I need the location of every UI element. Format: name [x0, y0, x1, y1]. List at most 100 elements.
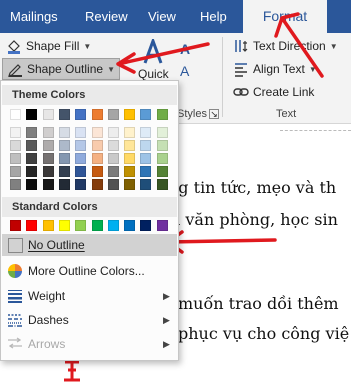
color-swatch[interactable] — [124, 127, 136, 138]
color-swatch[interactable] — [10, 153, 21, 164]
color-swatch[interactable] — [156, 127, 168, 138]
color-swatch[interactable] — [107, 166, 119, 177]
color-swatch[interactable] — [58, 166, 70, 177]
color-swatch[interactable] — [140, 153, 152, 164]
color-swatch[interactable] — [42, 140, 54, 151]
color-swatch[interactable] — [107, 179, 119, 190]
color-swatch[interactable] — [107, 127, 119, 138]
color-swatch[interactable] — [58, 140, 70, 151]
standard-colors-header: Standard Colors — [2, 197, 177, 217]
tab-review[interactable]: Review — [75, 0, 138, 33]
color-swatch[interactable] — [91, 109, 103, 120]
document-line: ng tin tức, mẹo và th — [168, 178, 337, 197]
document-line: n văn phòng, học sin — [170, 210, 338, 229]
color-swatch[interactable] — [75, 166, 87, 177]
shape-outline-label: Shape Outline — [27, 62, 104, 76]
color-swatch[interactable] — [26, 127, 38, 138]
color-swatch[interactable] — [58, 179, 70, 190]
color-swatch[interactable] — [42, 220, 54, 231]
color-swatch[interactable] — [26, 220, 38, 231]
color-swatch[interactable] — [124, 220, 136, 231]
theme-colors-header: Theme Colors — [2, 85, 177, 105]
weight-item[interactable]: Weight ▶ — [2, 285, 177, 307]
color-swatch[interactable] — [91, 220, 103, 231]
create-link-button[interactable]: Create Link — [233, 84, 314, 100]
styles-group-label: Styles — [177, 108, 207, 120]
color-swatch[interactable] — [140, 220, 152, 231]
color-swatch[interactable] — [156, 179, 168, 190]
no-color-icon — [7, 237, 23, 253]
shape-fill-button[interactable]: Shape Fill ▼ — [6, 38, 91, 54]
color-swatch[interactable] — [58, 127, 70, 138]
dashes-item[interactable]: Dashes ▶ — [2, 309, 177, 331]
annotation-arrow-icon — [274, 12, 324, 78]
color-wheel-icon — [8, 264, 22, 278]
color-swatch[interactable] — [91, 127, 103, 138]
arrows-item: Arrows ▶ — [2, 333, 177, 355]
color-swatch[interactable] — [140, 179, 152, 190]
more-outline-colors-item[interactable]: More Outline Colors... — [2, 260, 177, 282]
color-swatch[interactable] — [42, 179, 54, 190]
color-swatch[interactable] — [42, 166, 54, 177]
more-outline-colors-label: More Outline Colors... — [28, 264, 145, 278]
create-link-label: Create Link — [253, 85, 315, 99]
chevron-right-icon: ▶ — [163, 290, 170, 301]
color-swatch[interactable] — [140, 127, 152, 138]
tab-help[interactable]: Help — [190, 0, 237, 33]
dashes-label: Dashes — [28, 313, 69, 327]
color-swatch[interactable] — [156, 140, 168, 151]
color-swatch[interactable] — [42, 109, 54, 120]
color-swatch[interactable] — [10, 166, 21, 177]
color-swatch[interactable] — [75, 220, 87, 231]
color-swatch[interactable] — [75, 179, 87, 190]
dialog-launcher-icon[interactable]: ↘ — [209, 109, 219, 119]
color-swatch[interactable] — [156, 153, 168, 164]
shape-outline-button[interactable]: Shape Outline ▼ — [2, 58, 120, 80]
color-swatch[interactable] — [75, 127, 87, 138]
color-swatch[interactable] — [156, 109, 168, 120]
color-swatch[interactable] — [75, 140, 87, 151]
color-swatch[interactable] — [124, 166, 136, 177]
chevron-right-icon: ▶ — [163, 338, 170, 349]
color-swatch[interactable] — [107, 153, 119, 164]
color-swatch[interactable] — [26, 109, 38, 120]
color-swatch[interactable] — [124, 140, 136, 151]
color-swatch[interactable] — [75, 153, 87, 164]
color-swatch[interactable] — [107, 220, 119, 231]
color-swatch[interactable] — [107, 109, 119, 120]
color-swatch[interactable] — [26, 153, 38, 164]
weight-label: Weight — [28, 289, 66, 303]
color-swatch[interactable] — [58, 220, 70, 231]
color-swatch[interactable] — [42, 127, 54, 138]
color-swatch[interactable] — [10, 109, 21, 120]
color-swatch[interactable] — [75, 109, 87, 120]
color-swatch[interactable] — [91, 140, 103, 151]
color-swatch[interactable] — [58, 109, 70, 120]
color-swatch[interactable] — [26, 179, 38, 190]
color-swatch[interactable] — [124, 179, 136, 190]
color-swatch[interactable] — [156, 166, 168, 177]
paint-bucket-icon — [8, 40, 20, 54]
color-swatch[interactable] — [26, 166, 38, 177]
color-swatch[interactable] — [42, 153, 54, 164]
color-swatch[interactable] — [10, 140, 21, 151]
text-direction-icon — [235, 40, 248, 52]
color-swatch[interactable] — [10, 220, 21, 231]
color-swatch[interactable] — [26, 140, 38, 151]
color-swatch[interactable] — [91, 166, 103, 177]
color-swatch[interactable] — [140, 140, 152, 151]
color-swatch[interactable] — [124, 153, 136, 164]
tab-mailings[interactable]: Mailings — [0, 0, 68, 33]
color-swatch[interactable] — [156, 220, 168, 231]
color-swatch[interactable] — [140, 109, 152, 120]
color-swatch[interactable] — [140, 166, 152, 177]
color-swatch[interactable] — [10, 127, 21, 138]
no-outline-item[interactable]: No Outline — [2, 234, 177, 256]
color-swatch[interactable] — [91, 153, 103, 164]
color-swatch[interactable] — [124, 109, 136, 120]
color-swatch[interactable] — [107, 140, 119, 151]
tab-view[interactable]: View — [138, 0, 186, 33]
color-swatch[interactable] — [91, 179, 103, 190]
color-swatch[interactable] — [58, 153, 70, 164]
color-swatch[interactable] — [10, 179, 21, 190]
